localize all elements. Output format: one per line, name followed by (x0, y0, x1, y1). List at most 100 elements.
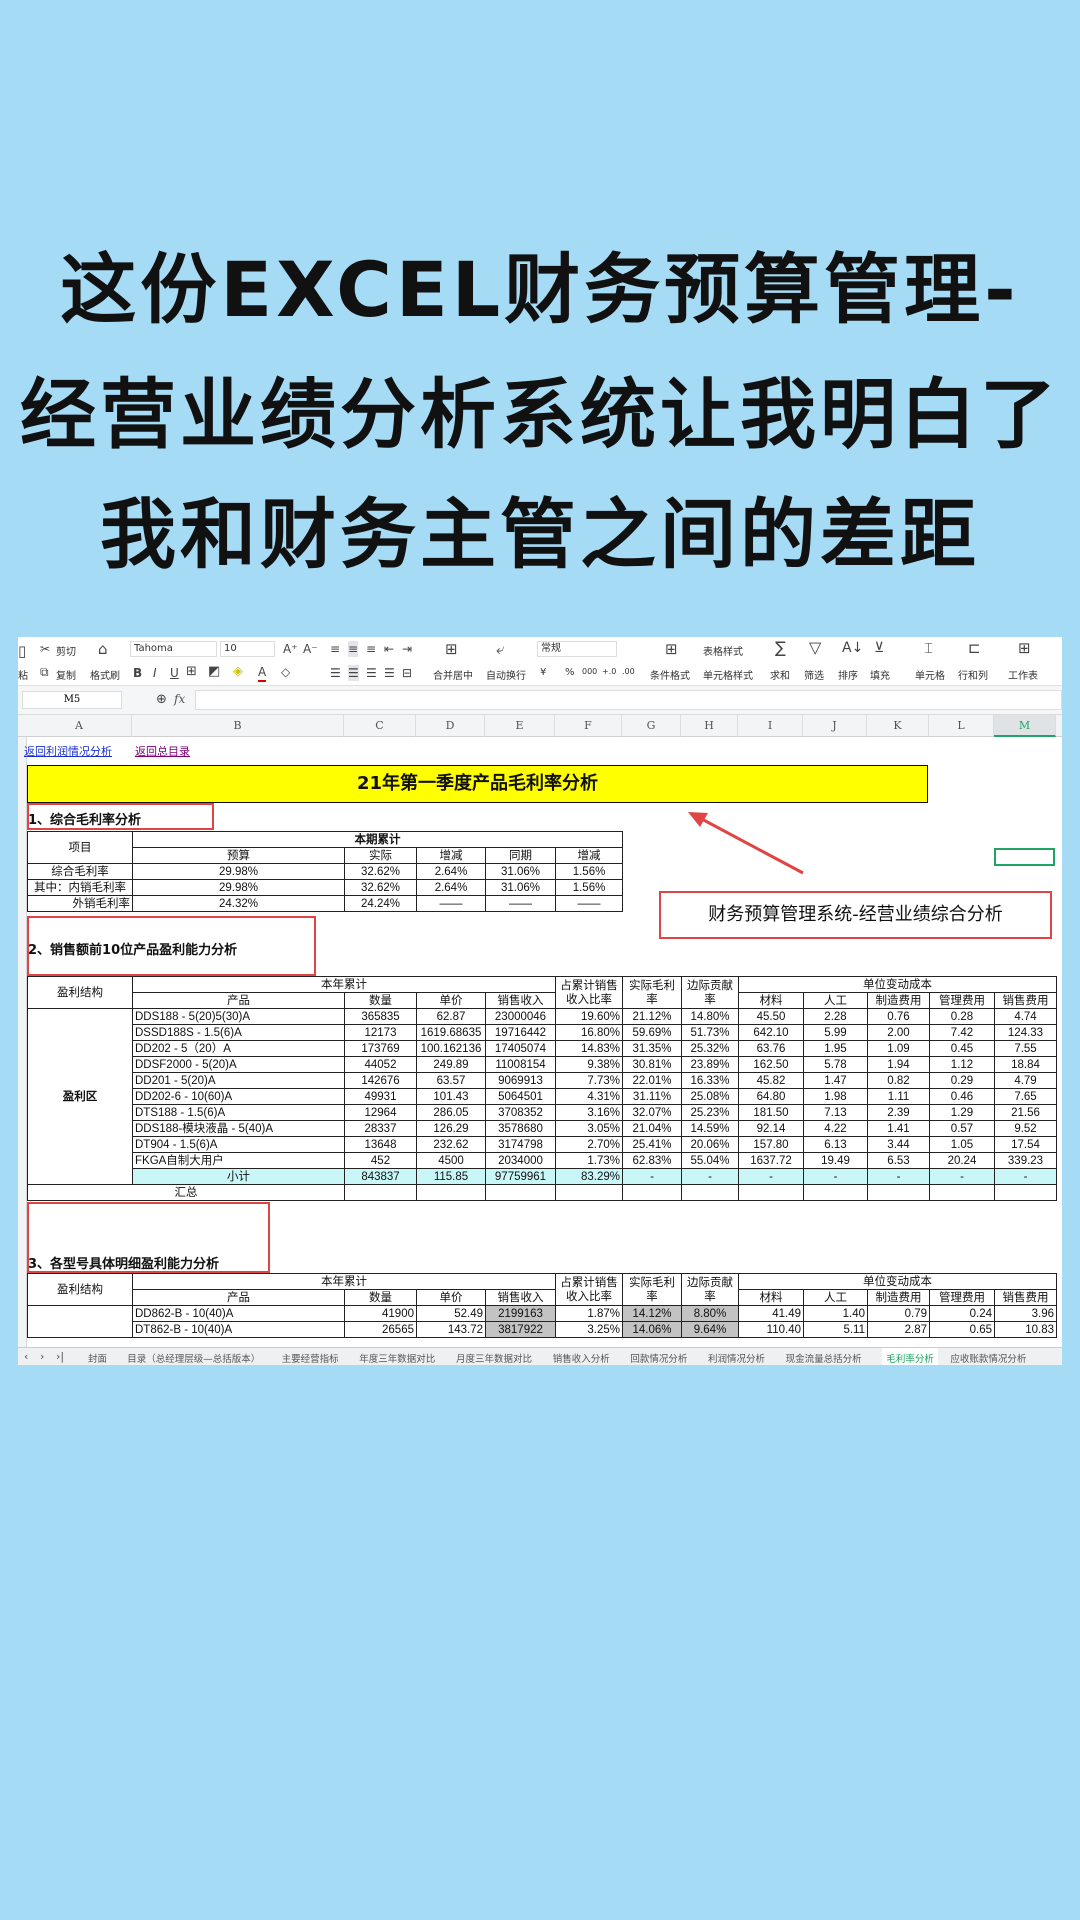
value-cell[interactable]: 62.83% (622, 1152, 682, 1169)
highlight-icon[interactable]: ◈ (233, 664, 243, 680)
ytd-header[interactable]: 本年累计 (132, 976, 556, 993)
subtotal-cell[interactable]: - (738, 1168, 804, 1185)
value-cell[interactable]: 21.12% (622, 1008, 682, 1025)
scissors-icon[interactable]: ✂ (40, 641, 50, 657)
value-cell[interactable]: 2.64% (416, 879, 486, 896)
align-left-icon[interactable]: ☰ (330, 665, 341, 681)
value-cell[interactable]: 9.38% (555, 1056, 623, 1073)
value-cell[interactable]: 452 (344, 1152, 417, 1169)
value-cell[interactable]: 232.62 (416, 1136, 486, 1153)
brush-icon[interactable]: ⌂ (98, 641, 108, 657)
sheet-tab[interactable]: 现金流量总括分析 (786, 1351, 862, 1365)
border-icon[interactable]: ⊞ (186, 664, 197, 680)
value-cell[interactable]: 14.83% (555, 1040, 623, 1057)
value-cell[interactable]: 45.82 (738, 1072, 804, 1089)
empty-cell[interactable] (803, 1184, 868, 1201)
structure-cell[interactable] (27, 1305, 133, 1338)
value-cell[interactable]: 7.13 (803, 1104, 868, 1121)
selected-cell-M5[interactable] (994, 848, 1055, 866)
worksheet-icon[interactable]: ⊞ (1018, 640, 1031, 656)
value-cell[interactable]: 10.83 (993, 1321, 1058, 1338)
value-cell[interactable]: 7.55 (993, 1040, 1058, 1057)
value-cell[interactable]: 22.01% (622, 1072, 682, 1089)
value-cell[interactable]: 365835 (344, 1008, 417, 1025)
value-cell[interactable]: 0.79 (867, 1305, 930, 1322)
value-cell[interactable]: 642.10 (738, 1024, 804, 1041)
value-cell[interactable]: 3.05% (555, 1120, 623, 1137)
value-cell[interactable]: 3.44 (867, 1136, 930, 1153)
col-header[interactable]: 管理费用 (929, 992, 995, 1009)
subtotal-cell[interactable]: - (929, 1168, 995, 1185)
value-cell[interactable]: 49931 (344, 1088, 417, 1105)
col-header[interactable]: 产品 (132, 992, 345, 1009)
worksheet-button[interactable]: 工作表 (1008, 667, 1038, 682)
cut-button[interactable]: 剪切 (56, 643, 76, 658)
value-cell[interactable]: 29.98% (132, 863, 345, 880)
value-cell[interactable]: 14.59% (681, 1120, 739, 1137)
value-cell[interactable]: 3.96 (993, 1305, 1058, 1322)
margin-header[interactable]: 实际毛利率 (622, 1273, 682, 1306)
sheet-tab[interactable]: 利润情况分析 (708, 1351, 765, 1365)
column-header-G[interactable]: G (622, 715, 681, 737)
value-cell[interactable]: 14.80% (681, 1008, 739, 1025)
value-cell[interactable]: 1.05 (929, 1136, 995, 1153)
column-header-E[interactable]: E (485, 715, 555, 737)
value-cell[interactable]: —— (485, 895, 556, 912)
product-name[interactable]: DDS188-模块液晶 - 5(40)A (132, 1120, 345, 1137)
value-cell[interactable]: 23000046 (485, 1008, 556, 1025)
value-cell[interactable]: 21.04% (622, 1120, 682, 1137)
sheet-tab[interactable]: 月度三年数据对比 (456, 1351, 532, 1365)
align-center-icon[interactable]: ☰ (348, 665, 359, 681)
value-cell[interactable]: 63.57 (416, 1072, 486, 1089)
cell-fill-icon[interactable]: ◩ (208, 664, 220, 680)
value-cell[interactable]: 0.28 (929, 1008, 995, 1025)
value-cell[interactable]: 14.06% (622, 1321, 682, 1338)
value-cell[interactable]: 1.87% (555, 1305, 623, 1322)
col-header[interactable]: 制造费用 (867, 1289, 930, 1306)
contribution-header[interactable]: 边际贡献率 (681, 976, 739, 1009)
value-cell[interactable]: 59.69% (622, 1024, 682, 1041)
empty-cell[interactable] (738, 1184, 804, 1201)
value-cell[interactable]: 2199163 (485, 1305, 556, 1322)
value-cell[interactable]: 101.43 (416, 1088, 486, 1105)
value-cell[interactable]: 1.56% (554, 863, 624, 880)
value-cell[interactable]: 249.89 (416, 1056, 486, 1073)
filter-button[interactable]: 筛选 (804, 667, 824, 682)
value-cell[interactable]: 2.87 (867, 1321, 930, 1338)
sheet-tab[interactable]: 目录（总经理层级—总括版本） (127, 1351, 260, 1365)
value-cell[interactable]: 19.49 (803, 1152, 868, 1169)
fill-icon[interactable]: ⊻ (874, 640, 884, 656)
value-cell[interactable]: 31.06% (485, 879, 556, 896)
value-cell[interactable]: 7.73% (555, 1072, 623, 1089)
sheet-tab[interactable]: 毛利率分析 (882, 1348, 938, 1365)
value-cell[interactable]: 32.07% (622, 1104, 682, 1121)
column-header-L[interactable]: L (929, 715, 994, 737)
value-cell[interactable]: 62.87 (416, 1008, 486, 1025)
value-cell[interactable]: 19.60% (555, 1008, 623, 1025)
paste-icon[interactable]: ▯ (18, 643, 26, 659)
product-name[interactable]: FKGA自制大用户 (132, 1152, 345, 1169)
filter-icon[interactable]: ▽ (809, 640, 821, 656)
ratio-header[interactable]: 占累计销售收入比率 (555, 976, 623, 1009)
font-size-select[interactable]: 10 (220, 641, 275, 657)
value-cell[interactable]: 24.24% (344, 895, 417, 912)
value-cell[interactable]: 24.32% (132, 895, 345, 912)
value-cell[interactable]: 5064501 (485, 1088, 556, 1105)
value-cell[interactable]: 30.81% (622, 1056, 682, 1073)
col-header[interactable]: 销售费用 (993, 992, 1058, 1009)
column-header-C[interactable]: C (344, 715, 416, 737)
justify-icon[interactable]: ☰ (384, 665, 395, 681)
value-cell[interactable]: 4.79 (993, 1072, 1058, 1089)
copy-button[interactable]: 复制 (56, 667, 76, 682)
empty-cell[interactable] (485, 1184, 556, 1201)
table-style-button[interactable]: 表格样式 (703, 643, 743, 658)
col-header[interactable]: 实际 (344, 847, 417, 864)
subtotal-cell[interactable]: 97759961 (485, 1168, 556, 1185)
column-header-J[interactable]: J (803, 715, 867, 737)
value-cell[interactable]: 9.64% (681, 1321, 739, 1338)
wrap-icon[interactable]: ⤶ (496, 641, 504, 657)
value-cell[interactable]: 92.14 (738, 1120, 804, 1137)
value-cell[interactable]: 142676 (344, 1072, 417, 1089)
col-header[interactable]: 人工 (803, 1289, 868, 1306)
value-cell[interactable]: 31.06% (485, 863, 556, 880)
